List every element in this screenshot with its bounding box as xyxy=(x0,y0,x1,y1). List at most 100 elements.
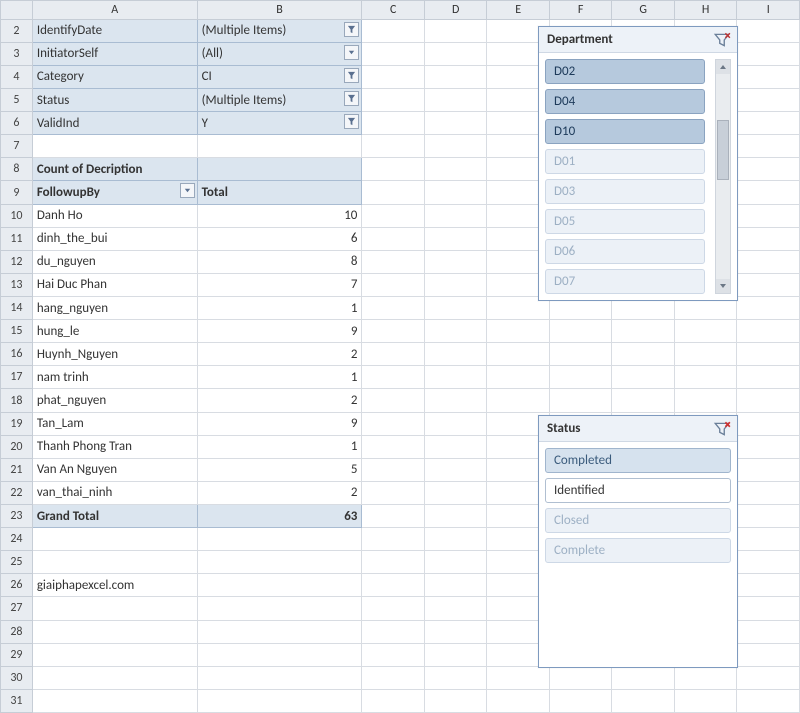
cell[interactable] xyxy=(737,158,800,181)
row-header[interactable]: 2 xyxy=(1,19,33,42)
pivot-col-label[interactable]: Total xyxy=(197,181,362,204)
row-header[interactable]: 28 xyxy=(1,620,33,643)
cell[interactable] xyxy=(424,481,487,504)
cell[interactable] xyxy=(487,689,550,712)
slicer-item[interactable]: D05 xyxy=(545,209,705,234)
pivot-row-label[interactable]: hang_nguyen xyxy=(32,297,197,320)
cell[interactable] xyxy=(424,435,487,458)
pivot-row-value[interactable]: 1 xyxy=(197,297,362,320)
column-header[interactable]: G xyxy=(612,1,675,20)
cell[interactable] xyxy=(737,597,800,620)
slicer-item[interactable]: D10 xyxy=(545,119,705,144)
cell[interactable] xyxy=(737,412,800,435)
cell[interactable] xyxy=(424,620,487,643)
cell[interactable] xyxy=(362,158,425,181)
cell[interactable] xyxy=(32,620,197,643)
pivot-filter-value[interactable]: Y xyxy=(197,112,362,135)
cell[interactable] xyxy=(32,666,197,689)
cell[interactable] xyxy=(737,227,800,250)
cell[interactable] xyxy=(424,89,487,112)
pivot-row-value[interactable]: 9 xyxy=(197,412,362,435)
cell[interactable] xyxy=(487,343,550,366)
slicer-status[interactable]: Status CompletedIdentifiedClosedComplete xyxy=(538,415,738,668)
pivot-grand-total-value[interactable]: 63 xyxy=(197,505,362,528)
cell[interactable] xyxy=(32,643,197,666)
pivot-row-label[interactable]: Huynh_Nguyen xyxy=(32,343,197,366)
cell[interactable] xyxy=(737,689,800,712)
row-header[interactable]: 31 xyxy=(1,689,33,712)
cell[interactable] xyxy=(737,273,800,296)
pivot-filter-label[interactable]: InitiatorSelf xyxy=(32,42,197,65)
pivot-grand-total-label[interactable]: Grand Total xyxy=(32,505,197,528)
row-header[interactable]: 4 xyxy=(1,65,33,88)
cell[interactable] xyxy=(737,481,800,504)
cell[interactable] xyxy=(737,366,800,389)
cell[interactable] xyxy=(362,204,425,227)
cell[interactable] xyxy=(32,597,197,620)
pivot-filter-label[interactable]: IdentifyDate xyxy=(32,19,197,42)
pivot-row-value[interactable]: 7 xyxy=(197,273,362,296)
pivot-filter-value[interactable]: (All) xyxy=(197,42,362,65)
cell[interactable] xyxy=(424,528,487,551)
slicer-item[interactable]: D03 xyxy=(545,179,705,204)
clear-filter-icon[interactable] xyxy=(713,420,731,438)
row-header[interactable]: 19 xyxy=(1,412,33,435)
cell[interactable] xyxy=(362,620,425,643)
cell[interactable] xyxy=(424,643,487,666)
cell[interactable] xyxy=(424,135,487,158)
cell[interactable] xyxy=(737,19,800,42)
cell[interactable] xyxy=(424,112,487,135)
row-header[interactable]: 18 xyxy=(1,389,33,412)
cell[interactable] xyxy=(424,689,487,712)
cell[interactable] xyxy=(487,666,550,689)
pivot-row-label[interactable]: Thanh Phong Tran xyxy=(32,435,197,458)
scroll-thumb[interactable] xyxy=(717,120,729,180)
cell[interactable] xyxy=(197,135,362,158)
cell[interactable] xyxy=(737,620,800,643)
column-header[interactable]: F xyxy=(549,1,612,20)
column-header[interactable]: A xyxy=(32,1,197,20)
cell[interactable] xyxy=(737,42,800,65)
cell[interactable] xyxy=(362,297,425,320)
cell[interactable] xyxy=(197,158,362,181)
slicer-item[interactable]: D06 xyxy=(545,239,705,264)
pivot-row-label[interactable]: Van An Nguyen xyxy=(32,458,197,481)
cell[interactable] xyxy=(362,42,425,65)
cell[interactable] xyxy=(737,65,800,88)
cell[interactable] xyxy=(197,574,362,597)
pivot-row-label[interactable]: Hai Duc Phan xyxy=(32,273,197,296)
cell[interactable] xyxy=(362,112,425,135)
cell[interactable] xyxy=(737,505,800,528)
slicer-item[interactable]: Completed xyxy=(545,448,731,473)
cell[interactable] xyxy=(424,297,487,320)
row-header[interactable]: 17 xyxy=(1,366,33,389)
row-header[interactable]: 21 xyxy=(1,458,33,481)
row-header[interactable]: 7 xyxy=(1,135,33,158)
dropdown-icon[interactable] xyxy=(344,45,359,60)
cell[interactable] xyxy=(674,320,737,343)
pivot-row-value[interactable]: 1 xyxy=(197,366,362,389)
cell[interactable] xyxy=(612,389,675,412)
pivot-row-label[interactable]: du_nguyen xyxy=(32,250,197,273)
row-header[interactable]: 8 xyxy=(1,158,33,181)
column-header[interactable]: H xyxy=(674,1,737,20)
dropdown-icon[interactable] xyxy=(180,183,195,198)
row-header[interactable]: 25 xyxy=(1,551,33,574)
cell[interactable] xyxy=(737,181,800,204)
cell[interactable] xyxy=(424,227,487,250)
cell[interactable] xyxy=(197,666,362,689)
row-header[interactable]: 9 xyxy=(1,181,33,204)
scrollbar[interactable] xyxy=(715,59,731,294)
pivot-row-value[interactable]: 2 xyxy=(197,343,362,366)
cell[interactable] xyxy=(487,389,550,412)
cell[interactable] xyxy=(362,689,425,712)
filter-active-icon[interactable] xyxy=(344,91,359,106)
cell[interactable] xyxy=(362,505,425,528)
slicer-department[interactable]: Department D02D04D10D01D03D05D06D07 xyxy=(538,26,738,301)
pivot-row-value[interactable]: 8 xyxy=(197,250,362,273)
cell[interactable] xyxy=(424,551,487,574)
filter-active-icon[interactable] xyxy=(344,68,359,83)
row-header[interactable]: 30 xyxy=(1,666,33,689)
row-header[interactable]: 22 xyxy=(1,481,33,504)
row-header[interactable]: 27 xyxy=(1,597,33,620)
